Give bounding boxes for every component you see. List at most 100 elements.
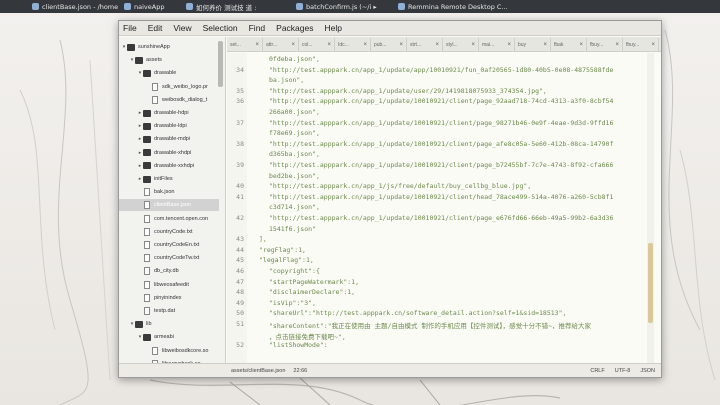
line-number: 48 — [236, 288, 244, 297]
editor-tab[interactable]: fbuy... × — [623, 38, 659, 51]
status-encoding[interactable]: UTF-8 — [615, 368, 631, 374]
close-icon[interactable]: × — [579, 42, 583, 48]
tree-file[interactable]: clientBase.json — [119, 199, 219, 212]
editor-tab[interactable]: set... × — [227, 38, 263, 51]
tab-label: attr... — [266, 41, 278, 48]
scrollbar-thumb[interactable] — [648, 243, 653, 323]
tree-file[interactable]: countryCodeEn.txt — [119, 239, 219, 251]
status-line-ending[interactable]: CRLF — [590, 368, 604, 374]
file-icon — [144, 280, 150, 289]
code-line: ，点击链接免费下载吧~", — [269, 332, 346, 341]
tree-file[interactable]: countryCodeTw.txt — [119, 252, 219, 264]
code-line: "startPageWatermark":1, — [269, 277, 360, 286]
status-bar: assets/clientBase.json 22:66 CRLF UTF-8 … — [119, 363, 661, 377]
tree-folder[interactable]: ▾ sunshineApp — [119, 41, 219, 53]
code-line: d365ba.json", — [269, 150, 320, 159]
code-line: "http://test.apppark.cn/app_1/update/100… — [269, 118, 614, 127]
taskbar-item[interactable]: clientBase.json - /home/... — [28, 1, 118, 12]
tree-file[interactable]: db_city.db — [119, 265, 219, 277]
editor-tab[interactable]: mai... × — [479, 38, 515, 51]
line-number: 39 — [236, 161, 244, 169]
tree-folder[interactable]: ▸ drawable-hdpi — [119, 107, 219, 119]
tree-file[interactable]: bak.json — [119, 186, 219, 198]
taskbar-item[interactable]: 如何养价 测试技 道 : — [182, 1, 290, 12]
tree-item-label: sunshineApp — [138, 44, 170, 50]
tree-folder[interactable]: ▾ armeabi — [119, 331, 219, 343]
menu-view[interactable]: View — [173, 23, 191, 33]
editor-scrollbar[interactable] — [647, 53, 654, 363]
menu-edit[interactable]: Edit — [148, 23, 163, 33]
tree-file[interactable]: sdk_weibo_logo.pr — [119, 81, 219, 93]
editor-tab[interactable]: fbak × — [551, 38, 587, 51]
code-line: ba.json", — [269, 76, 305, 85]
close-icon[interactable]: × — [399, 42, 403, 48]
menu-find[interactable]: Find — [249, 23, 266, 33]
tree-item-label: db_city.db — [154, 268, 179, 275]
editor-tab[interactable]: buy × — [515, 38, 551, 51]
line-number: 44 — [236, 245, 244, 254]
menu-file[interactable]: File — [123, 23, 137, 33]
browser-icon — [186, 3, 193, 10]
code-line: "shareUrl":"http://test.apppark.cn/softw… — [269, 309, 567, 318]
editor-tab[interactable]: strt... × — [407, 38, 443, 51]
file-icon — [144, 307, 150, 315]
tree-folder[interactable]: ▾ lib — [119, 318, 219, 330]
close-icon[interactable]: × — [471, 42, 475, 48]
menu-selection[interactable]: Selection — [203, 23, 238, 33]
tree-file[interactable]: com.tencent.open.con — [119, 213, 219, 225]
tab-label: set... — [230, 41, 241, 48]
tree-file[interactable]: testp.dat — [119, 305, 219, 317]
tree-folder[interactable]: ▸ initFiles — [119, 173, 219, 185]
tree-folder[interactable]: ▸ drawable-xxhdpi — [119, 160, 219, 172]
close-icon[interactable]: × — [327, 42, 331, 48]
folder-icon — [135, 320, 143, 328]
close-icon[interactable]: × — [507, 42, 511, 48]
tree-folder[interactable]: ▾ assets — [119, 54, 219, 66]
taskbar-item[interactable]: batchConfirm.js (~/i ▸ — [292, 1, 392, 12]
line-number: 47 — [236, 277, 244, 286]
tree-file[interactable]: countryCode.txt — [119, 226, 219, 238]
status-file-path[interactable]: assets/clientBase.json — [231, 368, 285, 374]
file-icon — [144, 254, 150, 263]
code-editor[interactable]: 0fdeba.json", "http://test.apppark.cn/app… — [247, 53, 654, 363]
close-icon[interactable]: × — [615, 42, 619, 48]
editor-tab[interactable]: Idc... × — [335, 38, 371, 51]
close-icon[interactable]: × — [543, 42, 547, 48]
tree-folder[interactable]: ▸ drawable-mdpi — [119, 133, 219, 145]
tree-file[interactable]: weibosdk_dialog_t — [119, 94, 219, 106]
editor-tab[interactable]: col... × — [299, 38, 335, 51]
editor-tab[interactable]: styl... × — [443, 38, 479, 51]
tree-file[interactable]: pinyinindex — [119, 292, 219, 304]
tree-item-label: com.tencent.open.con — [154, 215, 209, 222]
menu-bar: File Edit View Selection Find Packages H… — [119, 21, 661, 36]
tab-label: pub... — [374, 41, 387, 48]
tree-item-label: drawable-xhdpi — [154, 149, 192, 156]
tab-label: Idc... — [338, 41, 349, 48]
editor-tab[interactable]: attr... × — [263, 38, 299, 51]
folder-icon — [127, 43, 135, 51]
taskbar-item[interactable]: naiveApp — [120, 1, 180, 12]
tree-folder[interactable]: ▸ drawable-ldpi — [119, 120, 219, 132]
tab-label: mai... — [482, 41, 495, 48]
close-icon[interactable]: × — [291, 42, 295, 48]
menu-packages[interactable]: Packages — [276, 23, 313, 33]
folder-icon — [135, 56, 143, 64]
tree-file[interactable]: libweibosdkcore.so — [119, 345, 219, 357]
status-cursor-position[interactable]: 22:66 — [293, 368, 307, 374]
tree-file[interactable]: libweosafeedit — [119, 279, 219, 291]
close-icon[interactable]: × — [255, 42, 259, 48]
tree-folder[interactable]: ▸ drawable-xhdpi — [119, 147, 219, 159]
taskbar-item-label: 如何养价 测试技 道 : — [196, 3, 257, 12]
tree-item-label: countryCode.txt — [154, 228, 193, 235]
tree-folder[interactable]: ▾ drawable — [119, 67, 219, 79]
close-icon[interactable]: × — [435, 42, 439, 48]
editor-tab[interactable]: bbb× — [659, 38, 661, 51]
status-grammar[interactable]: JSON — [640, 368, 655, 374]
tree-item-label: countryCodeTw.txt — [154, 255, 200, 262]
close-icon[interactable]: × — [363, 42, 367, 48]
menu-help[interactable]: Help — [325, 23, 342, 33]
close-icon[interactable]: × — [651, 42, 655, 48]
editor-tab[interactable]: fbuy... × — [587, 38, 623, 51]
taskbar-item[interactable]: Remmina Remote Desktop C... — [394, 1, 524, 12]
editor-tab[interactable]: pub... × — [371, 38, 407, 51]
